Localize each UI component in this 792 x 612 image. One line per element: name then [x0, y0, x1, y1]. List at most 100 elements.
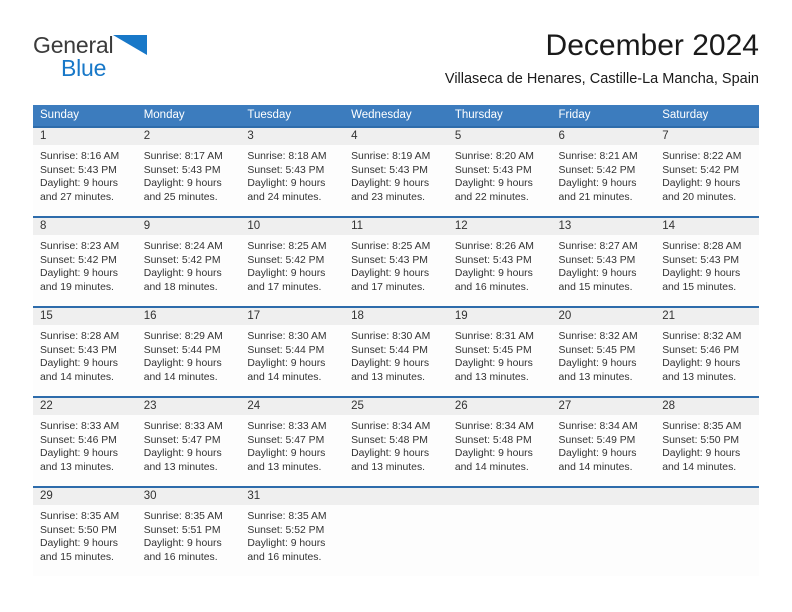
sunset-time: Sunset: 5:42 PM: [662, 164, 740, 176]
day-cell-inner: 30 Sunrise: 8:35 AM Sunset: 5:51 PM Dayligh…: [136, 488, 241, 576]
calendar-day-cell[interactable]: 9 Sunrise: 8:24 AM Sunset: 5:42 PM Daylight…: [136, 216, 241, 307]
day-cell-inner: 26 Sunrise: 8:34 AM Sunset: 5:48 PM Dayligh…: [447, 398, 552, 486]
day-details: Sunrise: 8:18 AM Sunset: 5:43 PM Daylight:…: [240, 145, 344, 204]
sunrise-time: Sunrise: 8:34 AM: [558, 421, 638, 432]
day-details: Sunrise: 8:33 AM Sunset: 5:47 PM Daylight:…: [240, 415, 344, 474]
day-details: Sunrise: 8:25 AM Sunset: 5:43 PM Daylight:…: [344, 235, 448, 294]
calendar-day-cell[interactable]: 18 Sunrise: 8:30 AM Sunset: 5:44 PM Dayligh…: [344, 306, 448, 397]
calendar-day-cell[interactable]: 27 Sunrise: 8:34 AM Sunset: 5:49 PM Dayligh…: [551, 396, 656, 487]
calendar-day-cell[interactable]: 29 Sunrise: 8:35 AM Sunset: 5:50 PM Dayligh…: [33, 486, 137, 576]
day-cell-inner: 22 Sunrise: 8:33 AM Sunset: 5:46 PM Dayligh…: [33, 398, 137, 486]
sunrise-time: Sunrise: 8:30 AM: [351, 331, 431, 342]
day-number: 21: [655, 308, 759, 325]
day-cell-inner: [447, 488, 552, 576]
day-details: Sunrise: 8:34 AM Sunset: 5:49 PM Daylight:…: [552, 415, 656, 474]
day-number: [551, 488, 656, 505]
weekday-header-row: Sunday Monday Tuesday Wednesday Thursday…: [33, 105, 759, 127]
daylight-duration-line2: and 14 minutes.: [40, 371, 114, 383]
calendar-day-cell[interactable]: 3 Sunrise: 8:18 AM Sunset: 5:43 PM Daylight…: [240, 126, 345, 217]
calendar-day-cell[interactable]: 16 Sunrise: 8:29 AM Sunset: 5:44 PM Dayligh…: [136, 306, 241, 397]
calendar-day-cell[interactable]: 17 Sunrise: 8:30 AM Sunset: 5:44 PM Dayligh…: [240, 306, 345, 397]
daylight-duration-line1: Daylight: 9 hours: [351, 358, 430, 370]
day-number: [447, 488, 552, 505]
calendar-day-cell[interactable]: 26 Sunrise: 8:34 AM Sunset: 5:48 PM Dayligh…: [447, 396, 552, 487]
calendar-day-cell[interactable]: 25 Sunrise: 8:34 AM Sunset: 5:48 PM Dayligh…: [344, 396, 448, 487]
calendar-day-cell[interactable]: 12 Sunrise: 8:26 AM Sunset: 5:43 PM Dayligh…: [447, 216, 552, 307]
daylight-duration-line1: Daylight: 9 hours: [247, 448, 326, 460]
calendar-day-cell[interactable]: 8 Sunrise: 8:23 AM Sunset: 5:42 PM Daylight…: [33, 216, 137, 307]
calendar-day-cell[interactable]: 21 Sunrise: 8:32 AM Sunset: 5:46 PM Dayligh…: [655, 306, 759, 397]
daylight-duration-line2: and 25 minutes.: [143, 191, 218, 203]
daylight-duration-line2: and 15 minutes.: [40, 551, 114, 563]
day-number: 26: [447, 398, 552, 415]
day-details: Sunrise: 8:31 AM Sunset: 5:45 PM Daylight:…: [448, 325, 552, 384]
calendar-day-cell[interactable]: 19 Sunrise: 8:31 AM Sunset: 5:45 PM Dayligh…: [447, 306, 552, 397]
sunrise-time: Sunrise: 8:35 AM: [247, 511, 327, 522]
daylight-duration-line2: and 14 minutes.: [454, 461, 529, 473]
daylight-duration-line1: Daylight: 9 hours: [247, 268, 326, 280]
calendar-day-cell[interactable]: 6 Sunrise: 8:21 AM Sunset: 5:42 PM Daylight…: [551, 126, 656, 217]
sunset-time: Sunset: 5:47 PM: [143, 434, 221, 446]
calendar-day-cell[interactable]: 30 Sunrise: 8:35 AM Sunset: 5:51 PM Dayligh…: [136, 486, 241, 576]
calendar-week-row: 1 Sunrise: 8:16 AM Sunset: 5:43 PM Daylight…: [33, 126, 759, 217]
weekday-header-thursday: Thursday: [447, 105, 552, 127]
daylight-duration-line2: and 16 minutes.: [247, 551, 322, 563]
calendar-day-cell[interactable]: 4 Sunrise: 8:19 AM Sunset: 5:43 PM Daylight…: [344, 126, 448, 217]
sunset-time: Sunset: 5:45 PM: [454, 344, 532, 356]
sunrise-time: Sunrise: 8:33 AM: [143, 421, 223, 432]
daylight-duration-line1: Daylight: 9 hours: [351, 448, 430, 460]
calendar-day-cell[interactable]: 11 Sunrise: 8:25 AM Sunset: 5:43 PM Dayligh…: [344, 216, 448, 307]
sunrise-sunset-calendar: Sunday Monday Tuesday Wednesday Thursday…: [33, 105, 759, 576]
sunrise-time: Sunrise: 8:17 AM: [143, 151, 223, 162]
day-cell-inner: 1 Sunrise: 8:16 AM Sunset: 5:43 PM Daylight…: [33, 128, 137, 216]
calendar-day-cell[interactable]: 7 Sunrise: 8:22 AM Sunset: 5:42 PM Daylight…: [655, 126, 759, 217]
calendar-day-cell[interactable]: 5 Sunrise: 8:20 AM Sunset: 5:43 PM Daylight…: [447, 126, 552, 217]
day-number: 12: [447, 218, 552, 235]
sunset-time: Sunset: 5:43 PM: [143, 164, 221, 176]
calendar-day-cell[interactable]: 13 Sunrise: 8:27 AM Sunset: 5:43 PM Dayligh…: [551, 216, 656, 307]
sunrise-time: Sunrise: 8:23 AM: [40, 241, 120, 252]
sunrise-time: Sunrise: 8:20 AM: [454, 151, 534, 162]
day-details: Sunrise: 8:19 AM Sunset: 5:43 PM Daylight:…: [344, 145, 448, 204]
calendar-day-cell[interactable]: 2 Sunrise: 8:17 AM Sunset: 5:43 PM Daylight…: [136, 126, 241, 217]
generalblue-logo[interactable]: General Blue: [33, 32, 263, 88]
calendar-day-cell[interactable]: 1 Sunrise: 8:16 AM Sunset: 5:43 PM Daylight…: [33, 126, 137, 217]
daylight-duration-line1: Daylight: 9 hours: [351, 178, 430, 190]
calendar-day-cell[interactable]: 10 Sunrise: 8:25 AM Sunset: 5:42 PM Dayligh…: [240, 216, 345, 307]
day-number: 20: [551, 308, 656, 325]
daylight-duration-line1: Daylight: 9 hours: [454, 358, 533, 370]
calendar-empty-cell: [655, 486, 759, 576]
day-details: Sunrise: 8:35 AM Sunset: 5:50 PM Daylight:…: [33, 505, 137, 564]
daylight-duration-line2: and 24 minutes.: [247, 191, 322, 203]
sunrise-time: Sunrise: 8:25 AM: [351, 241, 431, 252]
calendar-day-cell[interactable]: 20 Sunrise: 8:32 AM Sunset: 5:45 PM Dayligh…: [551, 306, 656, 397]
calendar-week-row: 8 Sunrise: 8:23 AM Sunset: 5:42 PM Daylight…: [33, 216, 759, 307]
weekday-header-monday: Monday: [136, 105, 241, 127]
day-cell-inner: 8 Sunrise: 8:23 AM Sunset: 5:42 PM Daylight…: [33, 218, 137, 306]
day-cell-inner: 19 Sunrise: 8:31 AM Sunset: 5:45 PM Dayligh…: [447, 308, 552, 396]
calendar-day-cell[interactable]: 28 Sunrise: 8:35 AM Sunset: 5:50 PM Dayligh…: [655, 396, 759, 487]
calendar-day-cell[interactable]: 23 Sunrise: 8:33 AM Sunset: 5:47 PM Dayligh…: [136, 396, 241, 487]
sunrise-time: Sunrise: 8:24 AM: [143, 241, 223, 252]
day-details: Sunrise: 8:28 AM Sunset: 5:43 PM Daylight:…: [33, 325, 137, 384]
day-cell-inner: 16 Sunrise: 8:29 AM Sunset: 5:44 PM Dayligh…: [136, 308, 241, 396]
daylight-duration-line1: Daylight: 9 hours: [40, 448, 118, 460]
calendar-day-cell[interactable]: 15 Sunrise: 8:28 AM Sunset: 5:43 PM Dayligh…: [33, 306, 137, 397]
day-cell-inner: 10 Sunrise: 8:25 AM Sunset: 5:42 PM Dayligh…: [240, 218, 345, 306]
calendar-day-cell[interactable]: 14 Sunrise: 8:28 AM Sunset: 5:43 PM Dayligh…: [655, 216, 759, 307]
day-details: Sunrise: 8:27 AM Sunset: 5:43 PM Daylight:…: [552, 235, 656, 294]
daylight-duration-line1: Daylight: 9 hours: [143, 448, 222, 460]
daylight-duration-line2: and 14 minutes.: [662, 461, 737, 473]
calendar-day-cell[interactable]: 31 Sunrise: 8:35 AM Sunset: 5:52 PM Dayligh…: [240, 486, 345, 576]
day-cell-inner: 17 Sunrise: 8:30 AM Sunset: 5:44 PM Dayligh…: [240, 308, 345, 396]
daylight-duration-line1: Daylight: 9 hours: [662, 358, 741, 370]
calendar-day-cell[interactable]: 22 Sunrise: 8:33 AM Sunset: 5:46 PM Dayligh…: [33, 396, 137, 487]
daylight-duration-line2: and 13 minutes.: [143, 461, 218, 473]
day-details: Sunrise: 8:29 AM Sunset: 5:44 PM Daylight:…: [137, 325, 241, 384]
sunrise-time: Sunrise: 8:34 AM: [351, 421, 431, 432]
sunrise-time: Sunrise: 8:16 AM: [40, 151, 120, 162]
calendar-day-cell[interactable]: 24 Sunrise: 8:33 AM Sunset: 5:47 PM Dayligh…: [240, 396, 345, 487]
daylight-duration-line2: and 14 minutes.: [558, 461, 633, 473]
calendar-empty-cell: [447, 486, 552, 576]
sunrise-time: Sunrise: 8:33 AM: [40, 421, 120, 432]
